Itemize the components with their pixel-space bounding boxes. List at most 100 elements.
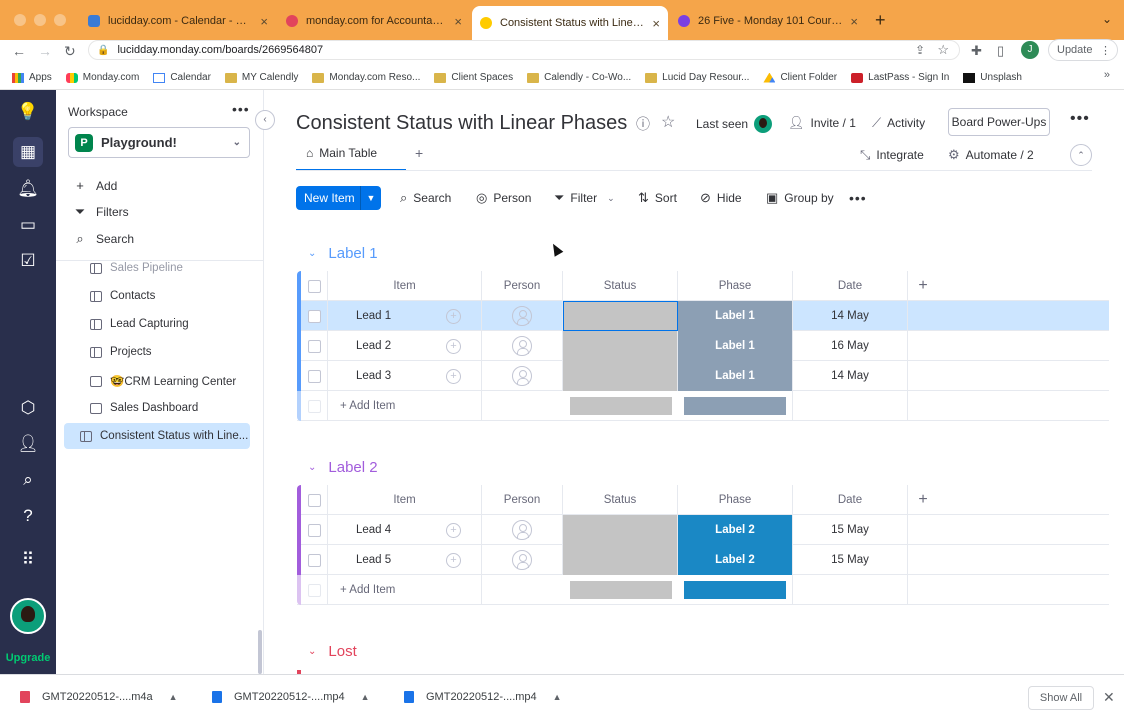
checkbox[interactable] <box>307 309 321 323</box>
person-cell[interactable] <box>482 515 563 545</box>
checkbox[interactable] <box>307 279 321 293</box>
row-checkbox-cell[interactable] <box>301 515 328 545</box>
bookmarks-overflow-icon[interactable]: » <box>1104 69 1110 81</box>
phase-cell[interactable]: Label 1 <box>678 361 793 391</box>
sidebar-scrollbar[interactable] <box>258 630 262 674</box>
checkbox[interactable] <box>307 553 321 567</box>
group-by-tool[interactable]: ▣ Group by <box>766 190 834 206</box>
close-icon[interactable]: ✕ <box>1103 689 1115 706</box>
chevron-up-icon[interactable]: ▲ <box>361 692 370 702</box>
extensions-puzzle-icon[interactable]: ✚ <box>971 43 982 59</box>
user-avatar[interactable] <box>10 598 46 634</box>
sidebar-item-crm-learning-center[interactable]: 🤓CRM Learning Center <box>90 374 236 388</box>
workspace-menu-icon[interactable]: ••• <box>232 101 250 117</box>
collapse-panel-chevron-icon[interactable]: ‹ <box>255 110 275 130</box>
table-row[interactable]: Lead 3 + Label 1 14 May <box>297 361 1109 391</box>
date-cell[interactable]: 14 May <box>793 361 908 391</box>
sidebar-item-projects[interactable]: Projects <box>90 346 152 358</box>
row-checkbox-cell[interactable] <box>301 331 328 361</box>
column-header-phase[interactable]: Phase <box>678 485 793 515</box>
monday-logo-icon[interactable]: 💡 <box>0 102 56 122</box>
sort-tool[interactable]: ⇅ Sort <box>638 190 677 206</box>
add-update-icon[interactable]: + <box>446 368 461 384</box>
tab-close-icon[interactable]: × <box>652 16 660 31</box>
tab-close-icon[interactable]: × <box>260 14 268 29</box>
download-item[interactable]: GMT20220512-....m4a ▲ <box>20 691 178 703</box>
chevron-down-icon[interactable]: ⌄ <box>308 646 316 657</box>
status-cell[interactable] <box>563 515 678 545</box>
add-update-icon[interactable]: + <box>446 338 461 354</box>
activity-button[interactable]: ⟋ Activity <box>872 115 925 131</box>
status-cell[interactable] <box>563 361 678 391</box>
invite-members-icon[interactable]: 👤︎ <box>0 434 56 454</box>
column-header-date[interactable]: Date <box>793 271 908 301</box>
column-header-person[interactable]: Person <box>482 485 563 515</box>
more-tools-icon[interactable]: ••• <box>849 190 867 206</box>
add-column-icon[interactable]: + <box>908 271 938 301</box>
bookmark-item[interactable]: Apps <box>12 72 52 83</box>
forward-arrow-icon[interactable]: → <box>38 43 52 59</box>
tab-close-icon[interactable]: × <box>850 14 858 29</box>
collapse-header-chevron-icon[interactable]: ⌃ <box>1070 144 1092 166</box>
browser-tab-active[interactable]: Consistent Status with Linear P × <box>472 6 668 40</box>
share-icon[interactable]: ⇪ <box>915 43 925 57</box>
phase-cell[interactable]: Label 1 <box>678 301 793 331</box>
my-work-icon[interactable]: ☑ <box>0 251 56 271</box>
bookmark-item[interactable]: Lucid Day Resour... <box>645 72 749 83</box>
board-menu-icon[interactable]: ••• <box>1070 110 1090 128</box>
show-all-button[interactable]: Show All <box>1028 686 1094 710</box>
back-arrow-icon[interactable]: ← <box>12 43 26 59</box>
select-all-cell[interactable] <box>301 271 328 301</box>
bookmark-item[interactable]: Client Folder <box>763 72 837 83</box>
apps-marketplace-icon[interactable]: ⬡ <box>0 398 56 418</box>
table-row[interactable]: Lead 1 + Label 1 14 May <box>297 301 1109 331</box>
tab-close-icon[interactable]: × <box>454 14 462 29</box>
tab-main-table[interactable]: ⌂ Main Table <box>306 146 377 160</box>
profile-avatar[interactable]: J <box>1021 41 1039 59</box>
date-cell[interactable]: 16 May <box>793 331 908 361</box>
browser-tab[interactable]: lucidday.com - Calendar - Wee × <box>80 8 276 34</box>
checkbox[interactable] <box>307 339 321 353</box>
url-field[interactable]: 🔒 lucidday.monday.com/boards/2669564807 … <box>88 40 960 60</box>
inbox-icon[interactable]: ▭ <box>0 215 56 235</box>
reload-icon[interactable]: ↻ <box>64 43 76 60</box>
status-cell[interactable] <box>563 545 678 575</box>
filters-button[interactable]: ⏷ Filters <box>72 204 129 220</box>
phase-cell[interactable]: Label 2 <box>678 515 793 545</box>
status-cell[interactable] <box>563 331 678 361</box>
window-zoom-button[interactable] <box>54 14 66 26</box>
add-item-input[interactable]: + Add Item <box>328 575 482 605</box>
status-summary[interactable] <box>563 391 678 421</box>
add-update-icon[interactable]: + <box>446 552 461 568</box>
column-header-phase[interactable]: Phase <box>678 271 793 301</box>
new-item-button[interactable]: New Item ▼ <box>296 186 381 210</box>
add-item-input[interactable]: + Add Item <box>328 391 482 421</box>
column-header-date[interactable]: Date <box>793 485 908 515</box>
sidebar-item-contacts[interactable]: Contacts <box>90 290 155 302</box>
chevron-up-icon[interactable]: ▲ <box>169 692 178 702</box>
favorite-star-icon[interactable]: ☆ <box>661 112 675 132</box>
add-update-icon[interactable]: + <box>446 308 461 324</box>
phase-summary[interactable] <box>678 391 793 421</box>
column-header-status[interactable]: Status <box>563 271 678 301</box>
bookmark-item[interactable]: Calendar <box>153 72 211 83</box>
date-cell[interactable]: 15 May <box>793 515 908 545</box>
bookmark-item[interactable]: Monday.com Reso... <box>312 72 420 83</box>
add-button[interactable]: + Add <box>72 178 117 193</box>
phase-cell[interactable]: Label 1 <box>678 331 793 361</box>
hide-tool[interactable]: ⊘ Hide <box>700 190 742 206</box>
search-icon[interactable]: ⌕ <box>0 470 56 490</box>
sidebar-item-consistent-status[interactable]: Consistent Status with Line... <box>64 423 250 449</box>
bookmark-item[interactable]: Client Spaces <box>434 72 513 83</box>
window-close-button[interactable] <box>14 14 26 26</box>
bookmark-item[interactable]: Monday.com <box>65 72 139 83</box>
chevron-down-icon[interactable]: ⌄ <box>607 193 615 204</box>
checkbox[interactable] <box>307 369 321 383</box>
checkbox[interactable] <box>307 523 321 537</box>
table-row[interactable]: Lead 2 + Label 1 16 May <box>297 331 1109 361</box>
last-seen[interactable]: Last seen <box>696 115 773 133</box>
filter-tool[interactable]: ⏷ Filter ⌄ <box>554 190 615 206</box>
add-update-icon[interactable]: + <box>446 522 461 538</box>
person-cell[interactable] <box>482 331 563 361</box>
search-tool[interactable]: ⌕ Search <box>400 190 451 206</box>
